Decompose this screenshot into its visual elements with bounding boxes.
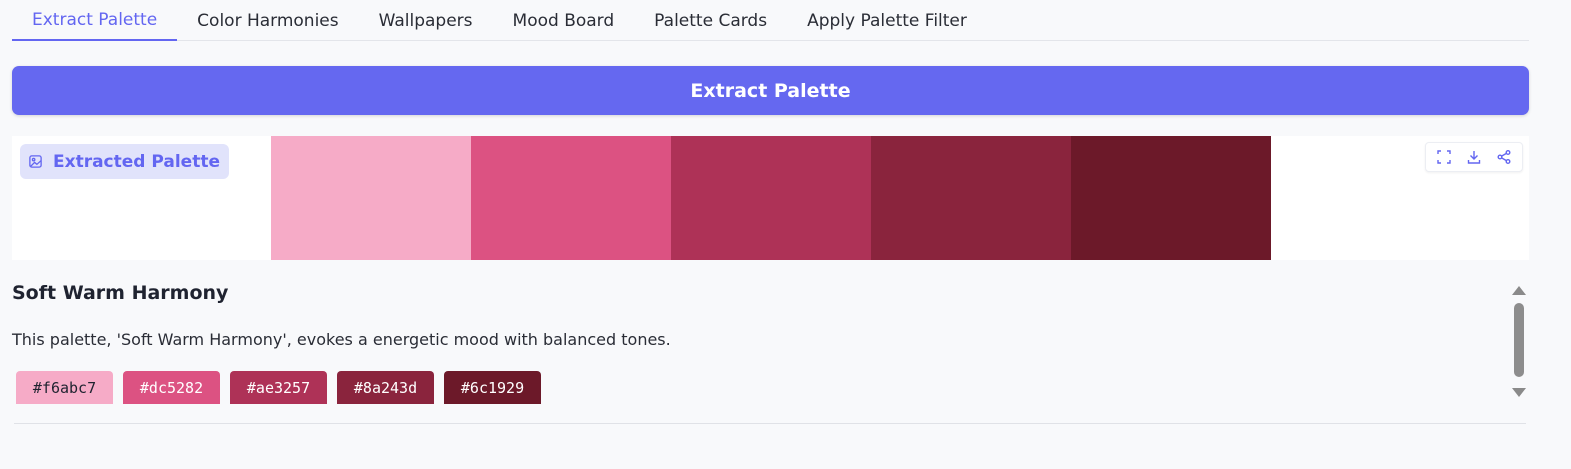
palette-preview-panel: Extracted Palette — [12, 136, 1529, 260]
preview-toolbar — [1425, 142, 1523, 172]
color-chip[interactable]: #f6abc7 — [16, 371, 113, 404]
palette-name: Soft Warm Harmony — [12, 282, 229, 304]
tab-extract-palette[interactable]: Extract Palette — [12, 0, 178, 41]
divider — [14, 423, 1526, 424]
color-swatch — [871, 136, 1071, 260]
extract-palette-button[interactable]: Extract Palette — [12, 66, 1529, 115]
color-swatch — [271, 136, 471, 260]
color-chip[interactable]: #6c1929 — [444, 371, 541, 404]
badge-label: Extracted Palette — [53, 151, 220, 172]
tab-color-harmonies[interactable]: Color Harmonies — [177, 0, 358, 41]
color-chip-list: #f6abc7 #dc5282 #ae3257 #8a243d #6c1929 — [16, 371, 541, 404]
image-icon — [28, 154, 43, 169]
tab-apply-palette-filter[interactable]: Apply Palette Filter — [787, 0, 987, 41]
scroll-up-arrow-icon[interactable] — [1512, 286, 1526, 295]
color-swatch — [1071, 136, 1271, 260]
scrollbar-thumb[interactable] — [1514, 303, 1524, 377]
tab-wallpapers[interactable]: Wallpapers — [359, 0, 493, 41]
extracted-palette-badge: Extracted Palette — [20, 144, 229, 179]
fullscreen-icon[interactable] — [1430, 144, 1458, 170]
color-chip[interactable]: #8a243d — [337, 371, 434, 404]
color-chip[interactable]: #dc5282 — [123, 371, 220, 404]
tab-mood-board[interactable]: Mood Board — [493, 0, 635, 41]
scrollbar[interactable] — [1511, 284, 1527, 400]
palette-swatches — [271, 136, 1271, 260]
download-icon[interactable] — [1460, 144, 1488, 170]
share-icon[interactable] — [1490, 144, 1518, 170]
color-chip[interactable]: #ae3257 — [230, 371, 327, 404]
palette-description: This palette, 'Soft Warm Harmony', evoke… — [12, 330, 671, 349]
color-swatch — [671, 136, 871, 260]
tab-bar: Extract Palette Color Harmonies Wallpape… — [12, 0, 1529, 41]
scroll-down-arrow-icon[interactable] — [1512, 388, 1526, 397]
tab-palette-cards[interactable]: Palette Cards — [634, 0, 787, 41]
color-swatch — [471, 136, 671, 260]
palette-info: Soft Warm Harmony This palette, 'Soft Wa… — [12, 282, 1512, 404]
